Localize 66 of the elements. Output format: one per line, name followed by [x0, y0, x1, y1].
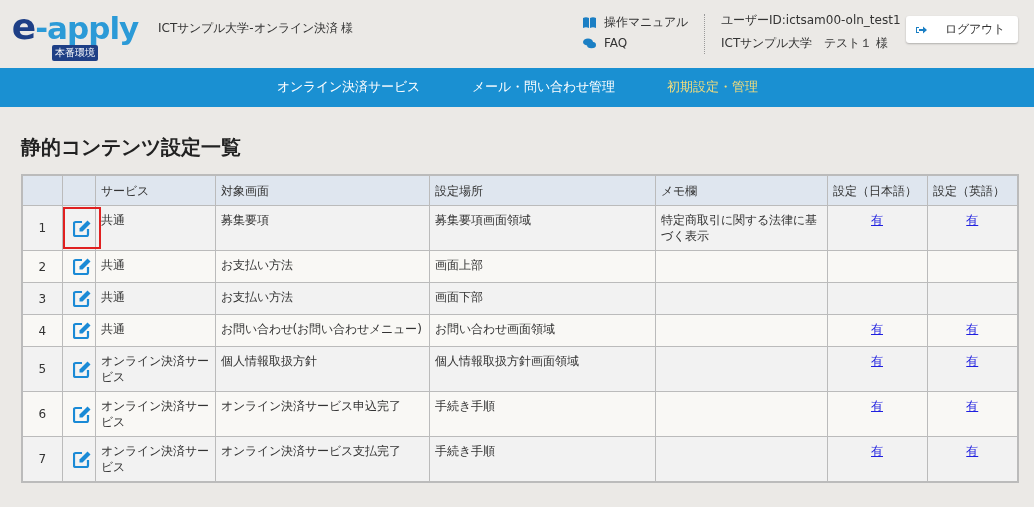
table-cell: お支払い方法	[215, 282, 429, 315]
setting-link[interactable]: 有	[871, 213, 883, 227]
table-cell: オンライン決済サービス	[95, 391, 215, 437]
table-cell: 共通	[95, 282, 215, 315]
table-cell: 共通	[95, 205, 215, 251]
row-number: 2	[22, 250, 62, 283]
table-cell: オンライン決済サービス	[95, 436, 215, 482]
edit-icon	[72, 405, 91, 423]
column-header: サービス	[95, 175, 215, 206]
setting-link[interactable]: 有	[966, 399, 979, 413]
column-header: 設定（日本語）	[827, 175, 927, 206]
setting-link[interactable]: 有	[966, 213, 979, 227]
table-cell: 募集要項画面領域	[429, 205, 655, 251]
table-cell: 手続き手順	[429, 391, 655, 437]
manual-link[interactable]: 操作マニュアル	[583, 14, 688, 31]
table-cell: 共通	[95, 314, 215, 347]
page-title: 静的コンテンツ設定一覧	[21, 134, 242, 160]
row-number: 4	[22, 314, 62, 347]
row-number: 1	[22, 205, 62, 251]
table-cell: オンライン決済サービス申込完了	[215, 391, 429, 437]
table-cell: 個人情報取扱方針画面領域	[429, 346, 655, 392]
table-cell: お支払い方法	[215, 250, 429, 283]
edit-icon	[72, 290, 91, 307]
setting-link[interactable]: 有	[871, 354, 883, 368]
user-id: ユーザーID:ictsam00-oln_test1	[721, 12, 902, 29]
setting-link[interactable]: 有	[966, 322, 979, 336]
table-cell: オンライン決済サービス支払完了	[215, 436, 429, 482]
row-number: 3	[22, 282, 62, 315]
setting-link[interactable]: 有	[871, 399, 883, 413]
edit-icon	[72, 450, 91, 468]
book-icon	[583, 17, 596, 28]
table-cell: 手続き手順	[429, 436, 655, 482]
table-cell: お問い合わせ画面領域	[429, 314, 655, 347]
edit-icon	[72, 219, 91, 237]
nav-tab[interactable]: オンライン決済サービス	[250, 79, 446, 96]
table-cell: 共通	[95, 250, 215, 283]
table-cell: 特定商取引に関する法律に基づく表示	[655, 205, 827, 251]
table-cell: 個人情報取扱方針	[215, 346, 429, 392]
column-header: 設定場所	[429, 175, 655, 206]
setting-link[interactable]: 有	[966, 354, 979, 368]
environment-badge: 本番環境	[52, 45, 98, 61]
column-header: メモ欄	[655, 175, 827, 206]
setting-link[interactable]: 有	[966, 444, 979, 458]
table-cell: 画面下部	[429, 282, 655, 315]
edit-icon	[72, 258, 91, 275]
table-cell: 募集要項	[215, 205, 429, 251]
table-cell: オンライン決済サービス	[95, 346, 215, 392]
nav-tab[interactable]: メール・問い合わせ管理	[445, 79, 641, 96]
edit-icon	[72, 360, 91, 378]
column-header: 設定（英語）	[927, 175, 1018, 206]
logout-icon	[916, 24, 927, 35]
row-number: 5	[22, 346, 62, 392]
faq-link[interactable]: FAQ	[583, 36, 688, 50]
row-number: 7	[22, 436, 62, 482]
organization-name: ICTサンプル大学-オンライン決済 様	[158, 20, 355, 37]
edit-icon	[72, 322, 91, 339]
edit-button[interactable]	[62, 207, 101, 249]
row-number: 6	[22, 391, 62, 437]
logout-button[interactable]: ログアウト	[906, 16, 1018, 43]
user-name: ICTサンプル大学 テスト１ 様	[721, 35, 890, 52]
chat-icon	[583, 37, 596, 49]
table-cell: 画面上部	[429, 250, 655, 283]
column-header: 対象画面	[215, 175, 429, 206]
table-cell: お問い合わせ(お問い合わせメニュー)	[215, 314, 429, 347]
setting-link[interactable]: 有	[871, 444, 883, 458]
setting-link[interactable]: 有	[871, 322, 883, 336]
